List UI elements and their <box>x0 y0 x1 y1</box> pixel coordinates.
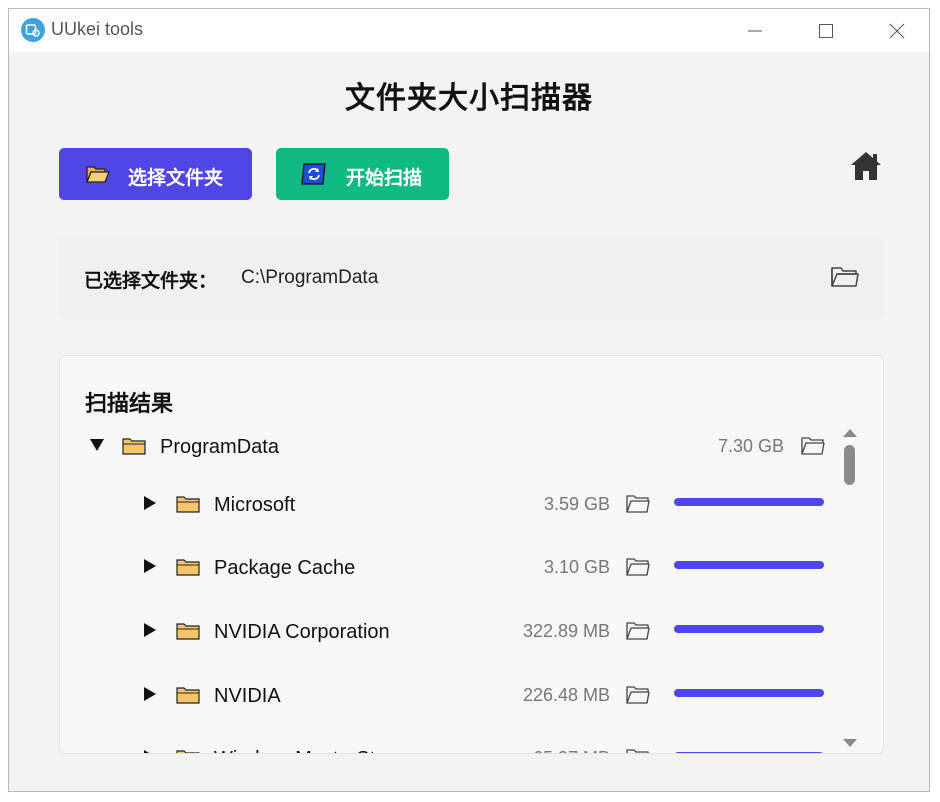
selected-folder-path: C:\ProgramData <box>241 267 379 288</box>
tree-root-name: ProgramData <box>160 436 279 458</box>
tree-root-size: 7.30 GB <box>717 436 784 456</box>
select-folder-button[interactable]: 选择文件夹 <box>59 148 252 200</box>
folder-tree[interactable]: ProgramData 7.30 GB Microsoft 3.59 GB Pack… <box>60 426 838 753</box>
close-button[interactable] <box>873 9 919 52</box>
size-progress-bar <box>674 625 824 633</box>
maximize-button[interactable] <box>802 9 848 52</box>
folder-icon <box>176 748 200 753</box>
home-icon[interactable] <box>849 150 883 187</box>
expanded-arrow-icon[interactable] <box>90 438 104 456</box>
collapsed-arrow-icon[interactable] <box>144 687 156 706</box>
tree-row[interactable]: NVIDIA 226.48 MB <box>60 675 838 715</box>
results-title: 扫描结果 <box>85 391 174 416</box>
start-scan-label: 开始扫描 <box>346 168 423 189</box>
tree-row-size: 226.48 MB <box>522 685 610 705</box>
size-progress-fill <box>674 625 824 633</box>
select-folder-label: 选择文件夹 <box>128 168 224 189</box>
tree-row-name: WindowsMasterSt <box>214 748 375 753</box>
app-logo-icon <box>21 18 45 42</box>
tree-row-name: NVIDIA <box>214 685 281 707</box>
tree-row-size: 3.59 GB <box>543 494 610 514</box>
collapsed-arrow-icon[interactable] <box>144 750 156 753</box>
tree-row-size: 65.37 MB <box>480 748 610 753</box>
open-folder-icon <box>85 163 111 191</box>
tree-row[interactable]: Microsoft 3.59 GB <box>60 484 838 524</box>
folder-icon <box>122 436 146 461</box>
tree-row-size: 3.10 GB <box>543 557 610 577</box>
size-progress-bar <box>674 498 824 506</box>
open-folder-icon[interactable] <box>626 621 650 646</box>
tree-row-name: Microsoft <box>214 494 296 516</box>
size-progress-bar <box>674 689 824 697</box>
open-folder-icon[interactable] <box>626 494 650 519</box>
folder-icon <box>176 621 200 646</box>
size-progress-fill <box>674 561 824 569</box>
collapsed-arrow-icon[interactable] <box>144 623 156 642</box>
tree-row[interactable]: WindowsMasterSt 65.37 MB <box>60 738 838 753</box>
folder-icon <box>176 494 200 519</box>
window-title: UUkei tools <box>51 19 144 39</box>
title-bar: UUkei tools <box>9 9 929 52</box>
tree-root-row[interactable]: ProgramData 7.30 GB <box>60 426 838 466</box>
scroll-up-icon[interactable] <box>843 424 857 442</box>
tree-row[interactable]: NVIDIA Corporation 322.89 MB <box>60 611 838 651</box>
folder-icon <box>176 557 200 582</box>
open-folder-icon[interactable] <box>801 436 825 461</box>
start-scan-button[interactable]: 开始扫描 <box>276 148 449 200</box>
size-progress-fill <box>674 689 824 697</box>
tree-row-size: 322.89 MB <box>522 621 610 641</box>
tree-row-name: NVIDIA Corporation <box>214 621 390 643</box>
size-progress-bar <box>674 752 824 753</box>
refresh-scan-icon <box>300 162 328 192</box>
app-window: UUkei tools 文件夹大小扫描器 选择文件夹 开始扫描 已选择文件夹： … <box>8 8 930 792</box>
minimize-button[interactable] <box>731 9 777 52</box>
tree-row-name: Package Cache <box>214 557 356 579</box>
scan-results-panel: 扫描结果 ProgramData 7.30 GB Microsoft 3.59 G… <box>59 355 884 754</box>
page-title: 文件夹大小扫描器 <box>345 82 593 115</box>
scrollbar-thumb[interactable] <box>844 445 855 485</box>
open-folder-icon[interactable] <box>626 557 650 582</box>
size-progress-fill <box>674 752 824 753</box>
size-progress-bar <box>674 561 824 569</box>
collapsed-arrow-icon[interactable] <box>144 559 156 578</box>
open-folder-icon[interactable] <box>626 748 650 753</box>
scroll-down-icon[interactable] <box>843 736 857 753</box>
vertical-scrollbar[interactable] <box>840 418 860 752</box>
open-folder-icon[interactable] <box>626 685 650 710</box>
folder-icon <box>176 685 200 710</box>
size-progress-fill <box>674 498 824 506</box>
collapsed-arrow-icon[interactable] <box>144 496 156 515</box>
open-folder-icon[interactable] <box>830 265 860 294</box>
selected-folder-label: 已选择文件夹： <box>84 271 218 292</box>
selected-folder-panel: 已选择文件夹： C:\ProgramData <box>59 237 884 318</box>
tree-row[interactable]: Package Cache 3.10 GB <box>60 547 838 587</box>
